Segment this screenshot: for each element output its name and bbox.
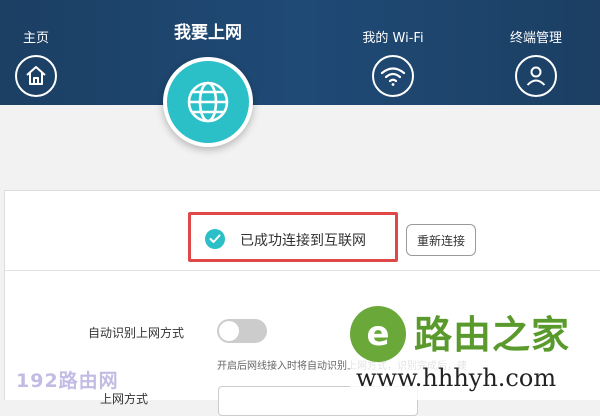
watermark-url: www.hhhyh.com <box>356 364 557 392</box>
user-icon <box>515 55 557 97</box>
nav-item-wifi[interactable]: 我的 Wi-Fi <box>345 31 441 97</box>
nav-item-internet[interactable] <box>163 57 253 147</box>
home-icon <box>15 55 57 97</box>
nav-item-terminal[interactable]: 终端管理 <box>498 31 574 97</box>
check-icon <box>205 229 225 249</box>
nav-home-label: 主页 <box>22 31 49 46</box>
wifi-icon <box>372 55 414 97</box>
nav-item-home[interactable]: 主页 <box>8 31 64 97</box>
globe-icon <box>187 81 229 123</box>
nav-wifi-label: 我的 Wi-Fi <box>362 31 424 46</box>
auto-detect-toggle[interactable] <box>217 319 267 343</box>
reconnect-button[interactable]: 重新连接 <box>406 224 476 256</box>
section-divider <box>4 270 600 271</box>
nav-terminal-label: 终端管理 <box>509 31 562 46</box>
watermark-right: e 路由之家 www.hhhyh.com <box>350 300 600 400</box>
connection-status-text: 已成功连接到互联网 <box>240 233 366 249</box>
watermark-logo-icon: e <box>350 306 406 362</box>
watermark-left: 192路由网 <box>16 370 119 392</box>
toggle-knob <box>219 321 239 341</box>
auto-detect-label: 自动识别上网方式 <box>88 326 185 340</box>
nav-internet-label: 我要上网 <box>174 23 242 43</box>
watermark-title: 路由之家 <box>414 313 571 357</box>
